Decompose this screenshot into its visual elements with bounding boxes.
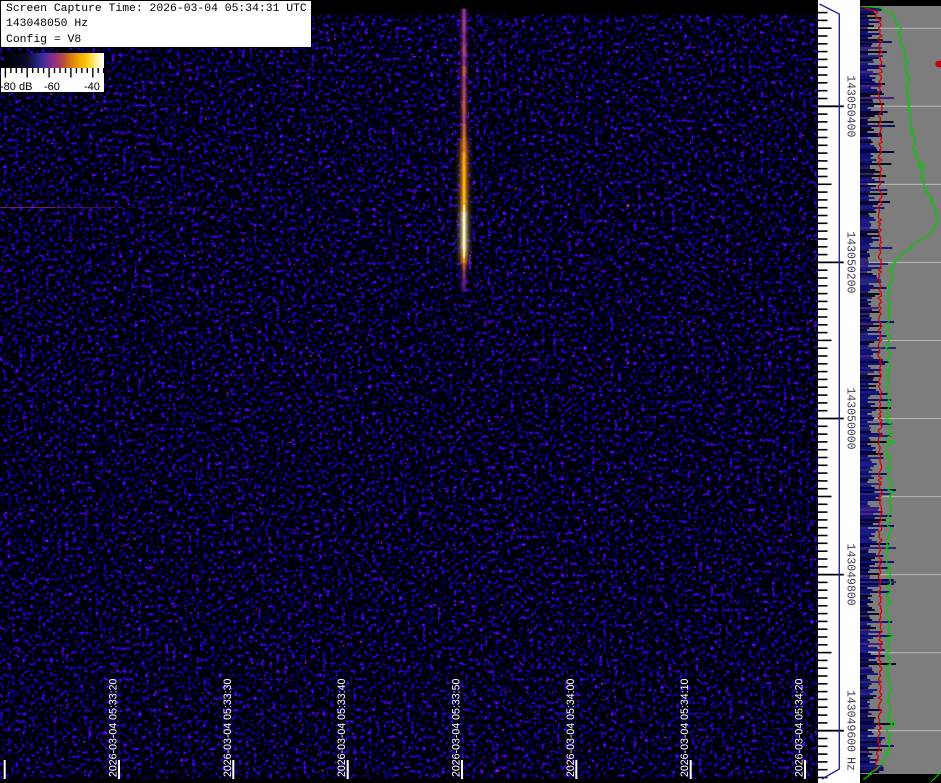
svg-text:143049800: 143049800: [844, 544, 857, 606]
svg-text:-80 dB: -80 dB: [0, 81, 32, 93]
svg-text:2026-03-04 05:33:30: 2026-03-04 05:33:30: [222, 679, 234, 777]
svg-text:143049600: 143049600: [844, 690, 857, 752]
svg-text:143050400: 143050400: [844, 75, 857, 137]
svg-text:-40: -40: [84, 81, 100, 93]
svg-text:143050200: 143050200: [844, 231, 857, 293]
svg-text:2026-03-04 05:34:00: 2026-03-04 05:34:00: [565, 679, 577, 777]
svg-text:2026-03-04 05:34:20: 2026-03-04 05:34:20: [794, 679, 806, 777]
svg-text:Hz: Hz: [844, 757, 857, 771]
svg-text:2026-03-04 05:33:40: 2026-03-04 05:33:40: [336, 679, 348, 777]
svg-text:2026-03-04 05:33:50: 2026-03-04 05:33:50: [451, 679, 463, 777]
svg-text:2026-03-04 05:34:10: 2026-03-04 05:34:10: [679, 679, 691, 777]
svg-text:-60: -60: [44, 81, 60, 93]
svg-text:143050000: 143050000: [844, 387, 857, 449]
svg-text:2026-03-04 05:33:20: 2026-03-04 05:33:20: [108, 679, 120, 777]
